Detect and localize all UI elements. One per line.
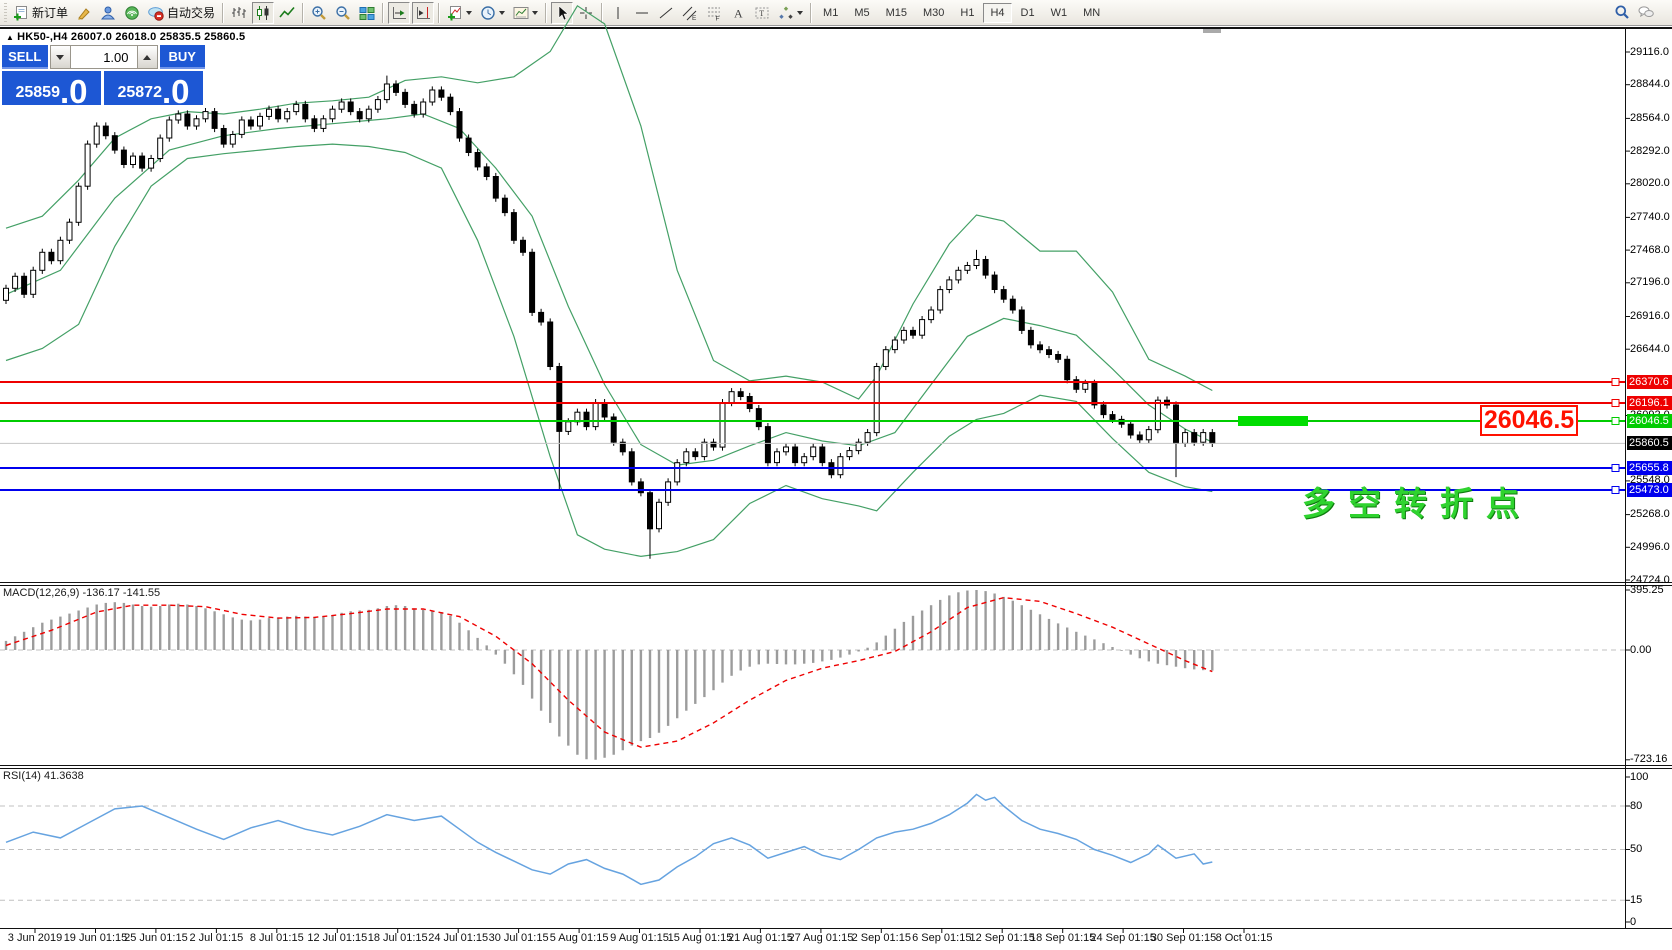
price-line-badge: 25655.8 — [1627, 461, 1672, 475]
price-axis-tick-label: 27196.0 — [1630, 276, 1670, 288]
level-line-handle — [1612, 418, 1619, 425]
price-line-badge: 26046.5 — [1627, 414, 1672, 428]
rsi-axis-tick-label: 80 — [1630, 800, 1642, 812]
green-highlight-segment[interactable] — [1238, 416, 1308, 426]
price-axis-tick-label: 27740.0 — [1630, 211, 1670, 223]
buy-price-main: 25872 — [117, 85, 162, 101]
rsi-axis-tick-label: 15 — [1630, 894, 1642, 906]
price-axis-tick-label: 25268.0 — [1630, 508, 1670, 520]
chinese-annotation-text[interactable]: 多空转折点 — [1302, 477, 1532, 525]
rsi-label: RSI(14) 41.3638 — [3, 770, 84, 782]
price-axis-tick-label: 28020.0 — [1630, 177, 1670, 189]
volume-increase-button[interactable] — [137, 45, 158, 69]
trading-platform-window: 新订单自动交易EFATM1M5M15M30H1H4D1W1MN ▲HK50-,H… — [0, 0, 1672, 950]
price-axis-tick-label: 28292.0 — [1630, 145, 1670, 157]
symbol-marker-icon: ▲ — [6, 33, 14, 42]
level-line-handle — [1612, 465, 1619, 472]
macd-axis-tick-label: 395.25 — [1630, 584, 1664, 596]
sell-button[interactable]: SELL — [2, 45, 48, 69]
one-click-trading-panel: SELL BUY 25859.0 25872.0 — [2, 45, 205, 105]
symbol-name: HK50-,H4 — [17, 31, 68, 43]
macd-axis-tick-label: 0.00 — [1630, 644, 1651, 656]
candlestick-series — [4, 76, 1215, 559]
symbol-info: ▲HK50-,H4 26007.0 26018.0 25835.5 25860.… — [6, 31, 245, 43]
bollinger-lower-band — [6, 144, 1212, 556]
rsi-axis-tick-label: 0 — [1630, 916, 1636, 928]
rsi-axis-tick-label: 50 — [1630, 843, 1642, 855]
buy-button[interactable]: BUY — [160, 45, 206, 69]
sell-price[interactable]: 25859.0 — [2, 71, 101, 105]
chart-scrollbar-thumb[interactable] — [1203, 29, 1221, 33]
bollinger-middle-band — [6, 114, 1212, 465]
price-axis-tick-label: 27468.0 — [1630, 244, 1670, 256]
price-axis-tick-label: 28844.0 — [1630, 78, 1670, 90]
price-line-badge: 25473.0 — [1627, 483, 1672, 497]
level-line-handle — [1612, 400, 1619, 407]
macd-axis-tick-label: -723.16 — [1630, 753, 1667, 765]
price-axis-tick-label: 26644.0 — [1630, 343, 1670, 355]
buy-price-big-digit: .0 — [162, 79, 190, 105]
level-line-handle — [1612, 487, 1619, 494]
price-callout-label[interactable]: 26046.5 — [1480, 405, 1578, 436]
buy-price[interactable]: 25872.0 — [104, 71, 203, 105]
sell-price-big-digit: .0 — [60, 79, 88, 105]
volume-decrease-button[interactable] — [50, 45, 71, 69]
chart-canvas — [0, 0, 1672, 950]
price-axis-tick-label: 24996.0 — [1630, 541, 1670, 553]
price-axis-tick-label: 29116.0 — [1630, 46, 1669, 58]
time-axis-label: 8 Oct 01:15 — [1202, 932, 1286, 944]
triangle-up-icon — [143, 55, 151, 60]
sell-price-main: 25859 — [15, 85, 60, 101]
price-line-badge: 25860.5 — [1627, 436, 1672, 450]
level-line-handle — [1612, 379, 1619, 386]
volume-input[interactable] — [71, 45, 137, 69]
price-line-badge: 26196.1 — [1627, 396, 1672, 410]
symbol-ohlc: 26007.0 26018.0 25835.5 25860.5 — [71, 31, 245, 43]
price-line-badge: 26370.6 — [1627, 375, 1672, 389]
macd-label: MACD(12,26,9) -136.17 -141.55 — [3, 587, 160, 599]
chart-top-border — [0, 27, 1672, 29]
macd-histogram — [6, 590, 1212, 760]
rsi-axis-tick-label: 100 — [1630, 771, 1648, 783]
price-axis-tick-label: 26916.0 — [1630, 310, 1670, 322]
price-axis-tick-label: 28564.0 — [1630, 112, 1670, 124]
triangle-down-icon — [56, 55, 64, 60]
rsi-gridlines — [0, 806, 1625, 900]
rsi-line — [6, 794, 1212, 884]
